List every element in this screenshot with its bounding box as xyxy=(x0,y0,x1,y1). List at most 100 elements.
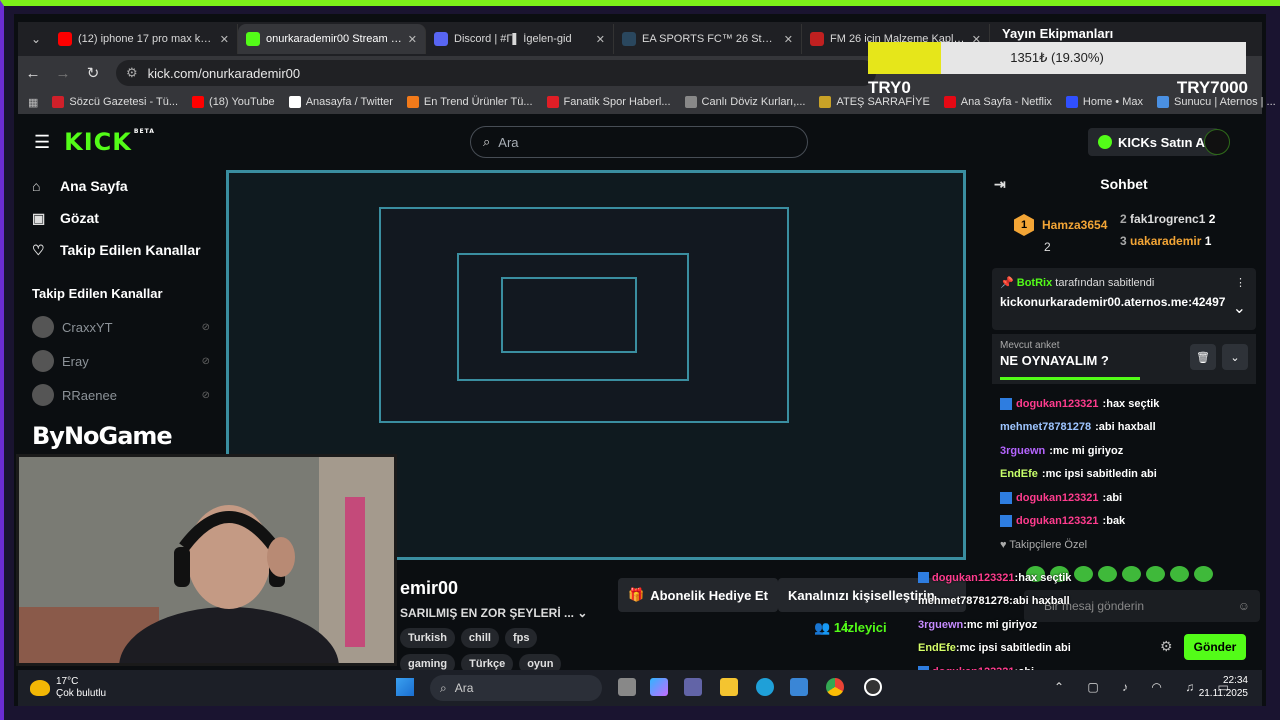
file-explorer-icon[interactable] xyxy=(720,678,738,696)
copilot-icon[interactable] xyxy=(650,678,668,696)
bookmark[interactable]: En Trend Ürünler Tü... xyxy=(406,96,533,108)
sidebar-item[interactable]: ▣ Gözat xyxy=(18,202,224,234)
search-input[interactable]: ⌕ Ara xyxy=(470,126,808,158)
tab-favicon-icon xyxy=(622,32,636,46)
stream-tag[interactable]: chill xyxy=(460,628,499,648)
stream-title-text: SARILMIŞ EN ZOR ŞEYLERİ ... xyxy=(400,606,575,620)
pinned-by: BotRix xyxy=(1016,277,1053,289)
emoji-icon[interactable]: ☺ xyxy=(1238,599,1250,613)
forward-icon[interactable]: → xyxy=(48,65,78,82)
chevron-down-icon[interactable]: ⌄ xyxy=(577,606,587,620)
chrome-icon[interactable] xyxy=(826,678,844,696)
browser-tab[interactable]: (12) iphone 17 pro max kaç gü ✕ xyxy=(50,24,238,54)
sidebar-item[interactable]: ♡ Takip Edilen Kanallar xyxy=(18,234,224,266)
nested-stream-view-core xyxy=(501,277,637,353)
gift-sub-button[interactable]: 🎁 Abonelik Hediye Et xyxy=(618,578,778,612)
rank-badge: 1 xyxy=(1014,214,1034,236)
stream-tag[interactable]: Turkish xyxy=(400,628,455,648)
followed-channel[interactable]: CraxxYT ⊘ xyxy=(18,310,224,344)
edge-icon[interactable] xyxy=(756,678,774,696)
teams-icon[interactable] xyxy=(684,678,702,696)
chat-username[interactable]: dogukan123321 xyxy=(1016,398,1099,410)
start-icon[interactable] xyxy=(396,678,414,696)
bookmark[interactable]: Sözcü Gazetesi - Tü... xyxy=(52,96,178,108)
kick-badge-icon xyxy=(918,572,929,584)
leader-name[interactable]: uakarademir xyxy=(1130,234,1201,248)
tab-favicon-icon xyxy=(246,32,260,46)
leader-name[interactable]: fak1rogrenc1 xyxy=(1130,212,1205,226)
weather-widget[interactable]: 17°C Çok bulutlu xyxy=(30,676,106,700)
chat-username[interactable]: dogukan123321 xyxy=(1016,515,1099,527)
tab-search-button[interactable]: ⌄ xyxy=(22,26,50,52)
avatar xyxy=(32,384,54,406)
kick-badge-icon xyxy=(1000,515,1012,528)
chat-text: abi haxball xyxy=(1098,421,1156,434)
address-bar[interactable]: ⚙ kick.com/onurkarademir00 xyxy=(116,60,876,86)
emote-icon[interactable] xyxy=(1170,566,1189,582)
browser-tab[interactable]: onurkarademir00 Stream - Wat ✕ xyxy=(238,24,426,54)
leader-second: 2 fak1rogrenc1 2 xyxy=(1120,212,1215,226)
chat-username[interactable]: EndEfe xyxy=(1000,468,1038,480)
leader-third: 3 uakarademir 1 xyxy=(1120,234,1211,248)
chat-username[interactable]: 3rguewn xyxy=(1000,445,1045,457)
back-icon[interactable]: ← xyxy=(18,65,48,82)
close-tab-icon[interactable]: ✕ xyxy=(408,33,417,46)
followed-channel[interactable]: RRaenee ⊘ xyxy=(18,378,224,412)
url-text: kick.com/onurkarademir00 xyxy=(147,65,301,81)
chat-username[interactable]: dogukan123321 xyxy=(932,572,1015,584)
bookmark[interactable]: Anasayfa / Twitter xyxy=(288,96,393,108)
taskbar-search[interactable]: ⌕ Ara xyxy=(430,675,602,701)
buy-kicks-button[interactable]: KICKs Satın Al xyxy=(1088,128,1219,156)
close-tab-icon[interactable]: ✕ xyxy=(220,33,229,46)
obs-icon[interactable] xyxy=(864,678,882,696)
bookmark-label: Sözcü Gazetesi - Tü... xyxy=(69,96,179,108)
beta-label: BETA xyxy=(133,128,155,135)
sidebar-item-label: Ana Sayfa xyxy=(60,178,128,194)
close-tab-icon[interactable]: ✕ xyxy=(596,33,605,46)
bookmark[interactable]: Fanatik Spor Haberl... xyxy=(546,96,671,108)
apps-icon[interactable]: ▦ xyxy=(28,96,38,109)
close-tab-icon[interactable]: ✕ xyxy=(784,33,793,46)
emote-icon[interactable] xyxy=(1146,566,1165,582)
more-options-icon[interactable]: ⋮ xyxy=(1235,276,1246,289)
bookmark[interactable]: (18) YouTube xyxy=(192,96,275,108)
equipment-min: TRY0 xyxy=(868,78,911,97)
chat-message: 3rguewn: mc mi giriyoz xyxy=(1000,439,1248,463)
expand-poll-button[interactable]: ⌄ xyxy=(1222,344,1248,370)
chat-username[interactable]: dogukan123321 xyxy=(1016,492,1099,504)
channel-name[interactable]: emir00 xyxy=(400,578,458,599)
avatar xyxy=(32,350,54,372)
leader-name[interactable]: Hamza3654 xyxy=(1042,218,1107,232)
send-button[interactable]: Gönder xyxy=(1184,634,1246,660)
store-icon[interactable] xyxy=(790,678,808,696)
sidebar-item[interactable]: ⌂ Ana Sayfa xyxy=(18,170,224,202)
reload-icon[interactable]: ↻ xyxy=(78,64,108,82)
emote-icon[interactable] xyxy=(1194,566,1213,582)
delete-poll-button[interactable]: 🗑 xyxy=(1190,344,1216,370)
browser-tab[interactable]: Discord | #Γ▌ İgelen-gid ✕ xyxy=(426,24,614,54)
site-info-icon[interactable]: ⚙ xyxy=(126,65,138,81)
user-avatar[interactable] xyxy=(1204,129,1230,155)
bynogame-logo: ByNoGame xyxy=(32,422,173,450)
chat-username[interactable]: mehmet78781278 xyxy=(1000,421,1091,433)
chat-username[interactable]: 3rguewn xyxy=(918,619,963,631)
task-view-icon[interactable] xyxy=(618,678,636,696)
chat-username[interactable]: EndEfe xyxy=(918,642,956,654)
followed-channel[interactable]: Eray ⊘ xyxy=(18,344,224,378)
tab-title: Discord | #Γ▌ İgelen-gid xyxy=(454,33,572,45)
taskbar-search-text: Ara xyxy=(454,681,474,695)
chat-username[interactable]: mehmet78781278 xyxy=(918,595,1009,607)
browser-tab[interactable]: EA SPORTS FC™ 26 Steam'de % ✕ xyxy=(614,24,802,54)
chat-settings-icon[interactable]: ⚙ xyxy=(1160,638,1173,655)
viewer-label: İzleyici xyxy=(844,620,887,635)
kick-logo[interactable]: KICK BETA xyxy=(64,128,155,156)
chevron-down-icon[interactable]: ⌄ xyxy=(1233,298,1246,318)
collapse-chat-icon[interactable]: ⇥ xyxy=(994,176,1006,193)
chat-text: mc mi giriyoz xyxy=(966,618,1038,631)
stream-tag[interactable]: fps xyxy=(504,628,538,648)
clock[interactable]: 22:34 21.11.2025 xyxy=(1199,674,1248,700)
bookmark[interactable]: Canlı Döviz Kurları,... xyxy=(684,96,805,108)
rank-number: 3 xyxy=(1120,234,1127,248)
menu-icon[interactable]: ☰ xyxy=(34,132,50,153)
kick-badge-icon xyxy=(1000,491,1012,504)
